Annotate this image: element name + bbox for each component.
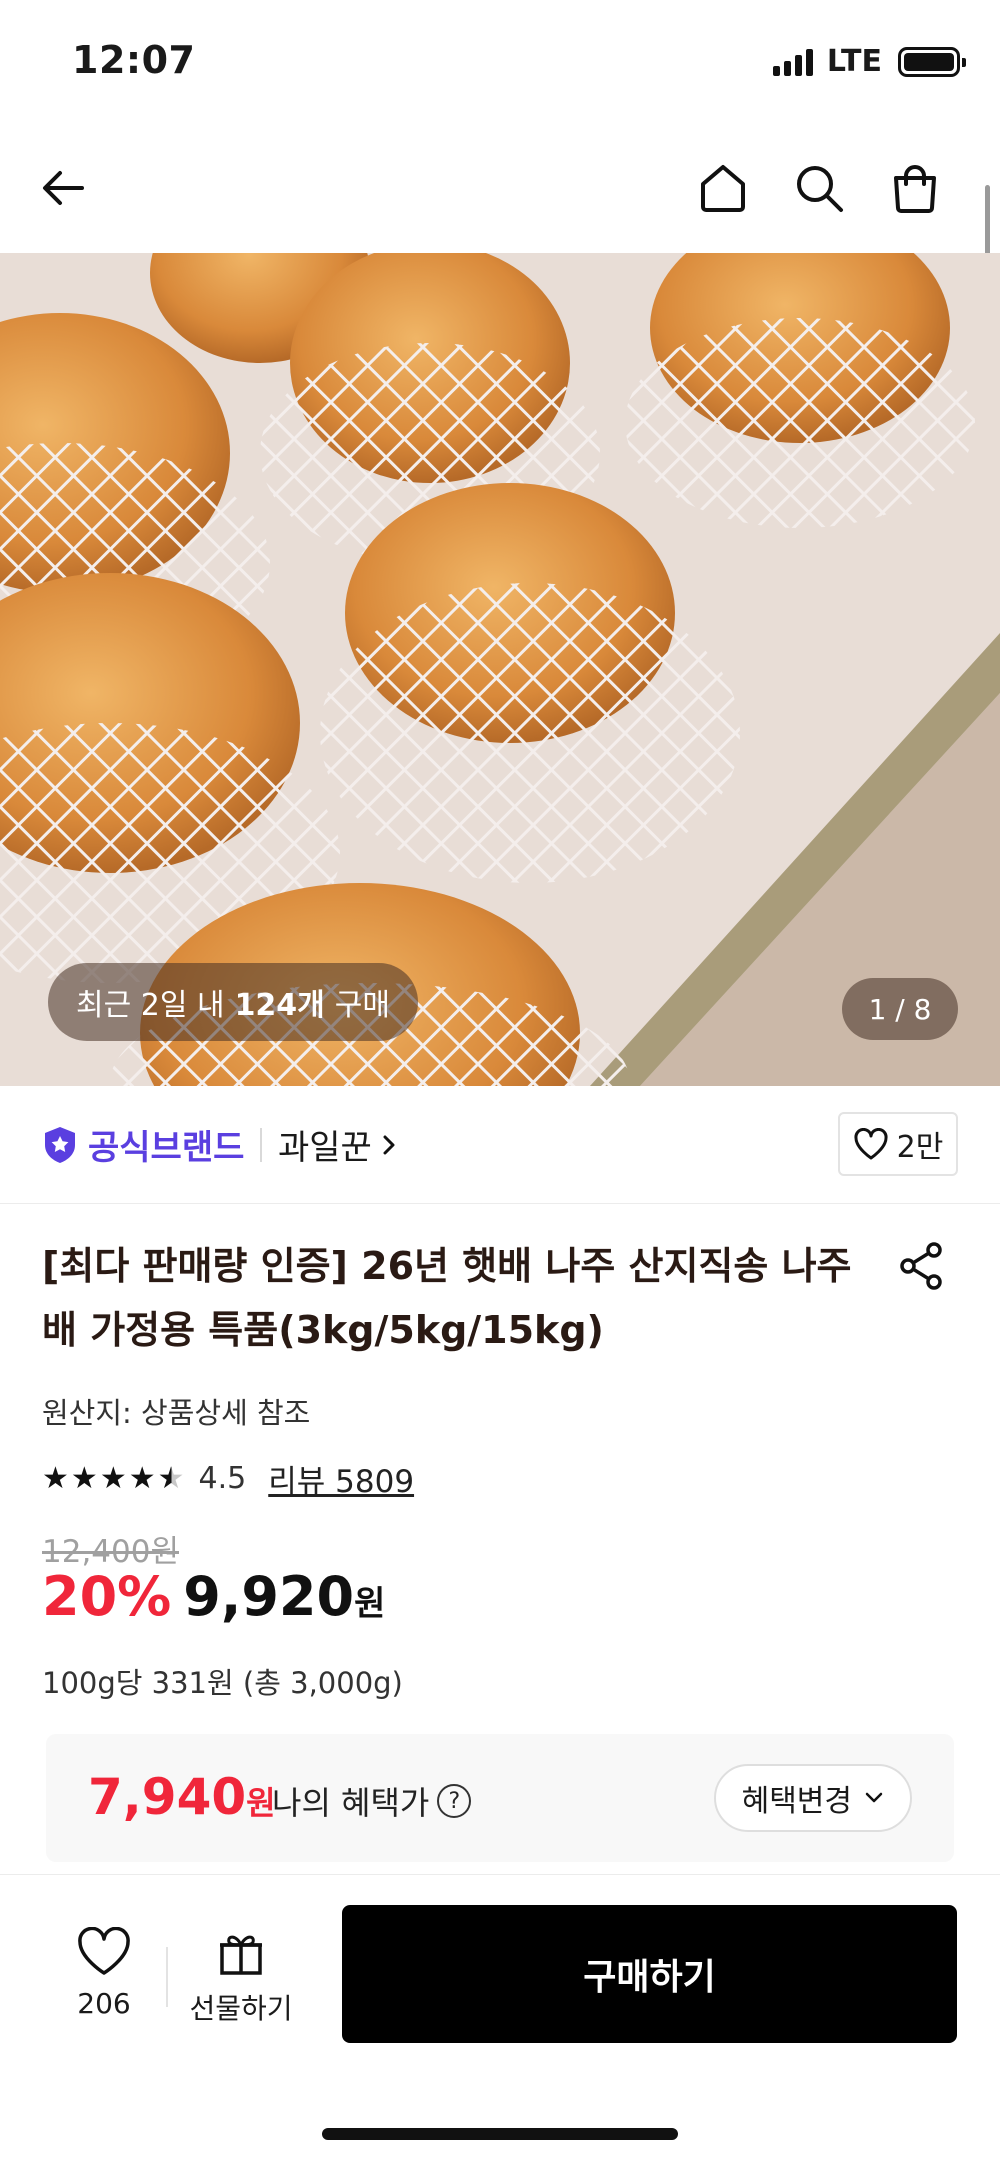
wishlist-button[interactable]: 206 [54,1927,154,2020]
buy-button[interactable]: 구매하기 [342,1905,957,2043]
battery-icon [898,46,966,77]
unit-price: 100g당 331원 (총 3,000g) [42,1666,403,1700]
benefit-price: 7,940원 [88,1768,276,1826]
status-bar: 12:07 LTE [0,0,1000,125]
help-icon[interactable]: ? [437,1784,472,1818]
star-icon: ★ [128,1461,156,1496]
wishlist-count: 206 [77,1987,131,2020]
store-link[interactable]: 과일꾼 [278,1120,398,1169]
chevron-right-icon [383,1135,395,1154]
search-icon[interactable] [784,153,854,223]
benefit-change-label: 혜택변경 [741,1784,852,1819]
star-icon: ★ [99,1461,127,1496]
official-brand-badge[interactable]: 공식브랜드 [42,1120,244,1169]
star-rating: ★ ★ ★ ★ ★ [42,1461,185,1496]
benefit-box: 7,940원 나의 혜택가 ? 혜택변경 [46,1734,954,1862]
star-icon: ★ [70,1461,98,1496]
store-name: 과일꾼 [278,1128,372,1168]
badge-prefix: 최근 2일 내 [76,988,225,1023]
back-arrow-icon[interactable] [28,153,98,223]
benefit-label: 나의 혜택가 ? [272,1778,472,1824]
product-image-carousel[interactable]: 최근 2일 내 124개 구매 1 / 8 [0,253,1000,1086]
recent-purchase-badge: 최근 2일 내 124개 구매 [48,963,418,1041]
bottom-action-bar: 206 선물하기 구매하기 [0,1874,1000,2165]
heart-icon [78,1927,130,1975]
verified-shield-icon [45,1126,75,1163]
discount-rate: 20% [42,1565,172,1628]
origin-info: 원산지: 상품상세 참조 [42,1396,311,1430]
gift-label: 선물하기 [189,1992,293,2025]
price-unit: 원 [354,1584,386,1624]
top-nav [0,125,1000,253]
pear-photo [0,253,1000,1086]
benefit-change-button[interactable]: 혜택변경 [713,1764,912,1832]
rating-value: 4.5 [198,1461,247,1496]
home-indicator[interactable] [322,2128,678,2140]
chevron-down-icon [865,1792,883,1803]
shopping-bag-icon[interactable] [880,153,950,223]
benefit-label-text: 나의 혜택가 [272,1784,430,1822]
status-indicators: LTE [772,44,966,79]
divider [166,1947,168,2007]
price-row: 20% 9,920원 [42,1565,385,1628]
status-time: 12:07 [72,38,196,82]
divider [260,1128,262,1162]
badge-count: 124개 [234,988,325,1023]
like-count: 2만 [896,1130,944,1165]
review-link[interactable]: 리뷰 5809 [268,1456,414,1501]
like-button[interactable]: 2만 [838,1112,958,1176]
benefit-price-value: 7,940 [88,1768,247,1826]
official-brand-label: 공식브랜드 [88,1128,245,1168]
home-icon[interactable] [688,153,758,223]
brand-row: 공식브랜드 과일꾼 2만 [0,1086,1000,1204]
gift-icon [220,1935,262,1975]
share-icon[interactable] [894,1238,950,1294]
star-icon: ★ [42,1461,69,1496]
product-title: [최다 판매량 인증] 26년 햇배 나주 산지직송 나주배 가정용 특품(3k… [42,1244,852,1352]
sale-price: 9,920원 [183,1565,385,1628]
network-label: LTE [826,44,882,79]
heart-icon [854,1128,888,1160]
image-counter: 1 / 8 [842,978,958,1040]
rating-row: ★ ★ ★ ★ ★ 4.5 리뷰 5809 [42,1456,414,1501]
half-star-icon: ★ [157,1461,185,1496]
signal-icon [772,48,813,76]
scrollbar[interactable] [985,185,990,257]
sale-price-value: 9,920 [183,1565,355,1628]
badge-suffix: 구매 [334,988,390,1023]
gift-button[interactable]: 선물하기 [186,1927,296,2027]
